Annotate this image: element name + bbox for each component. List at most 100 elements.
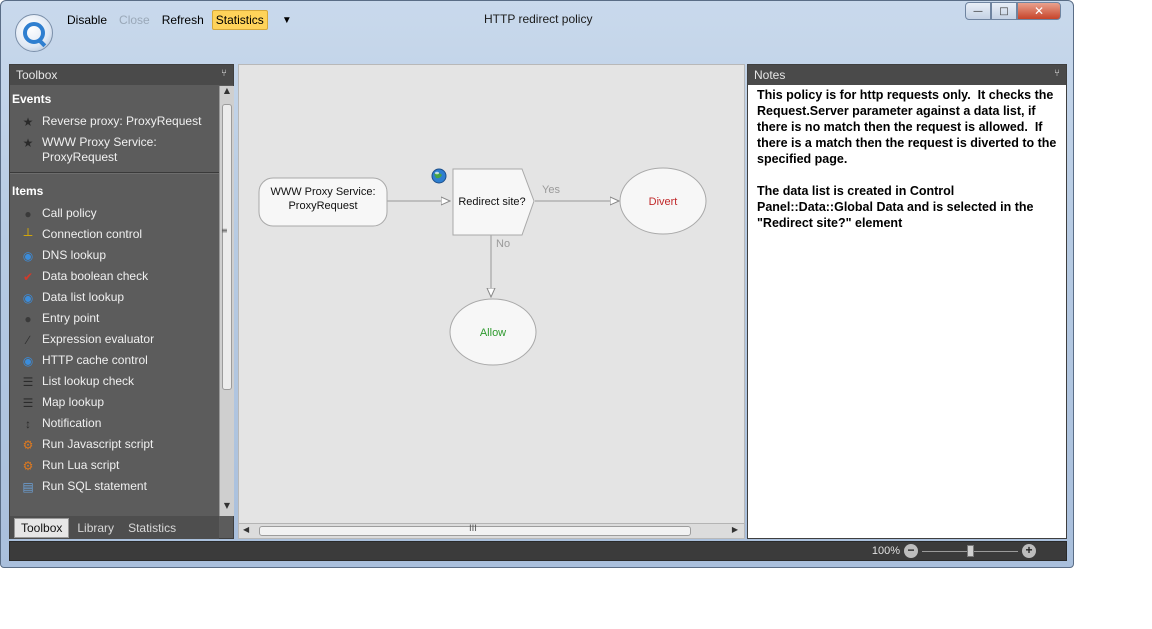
toolbox-item[interactable]: ● Entry point xyxy=(10,309,219,330)
toolbox-item-label: List lookup check xyxy=(42,374,135,388)
toolbox-item[interactable]: ● Call policy xyxy=(10,204,219,225)
toolbox-item-label: DNS lookup xyxy=(42,248,107,262)
toolbox-title: Toolbox xyxy=(16,68,58,82)
policy-canvas[interactable]: Yes No WWW Proxy Service: ProxyRequest R… xyxy=(238,64,745,539)
toolbox-item[interactable]: ∕ Expression evaluator xyxy=(10,330,219,351)
toolbox-item[interactable]: ✔ Data boolean check xyxy=(10,267,219,288)
events-heading: Events xyxy=(12,92,52,106)
toolbox-item[interactable]: ☰ List lookup check xyxy=(10,372,219,393)
pin-icon[interactable]: ⑂ xyxy=(1054,68,1060,82)
divert-node-label: Divert xyxy=(649,196,678,208)
toolbox-item[interactable]: ⚙ Run Javascript script xyxy=(10,435,219,456)
status-bar: 100% − + xyxy=(9,541,1067,561)
toolbox-item-label: Map lookup xyxy=(42,395,105,409)
divert-node[interactable]: Divert xyxy=(619,167,707,235)
checkmark-icon: ✔ xyxy=(22,269,34,284)
zoom-out-icon[interactable]: − xyxy=(904,544,918,558)
close-icon[interactable]: ✕ xyxy=(1017,2,1061,20)
toolbox-item-label: Notification xyxy=(42,416,102,430)
toolbox-scrollbar[interactable]: ▲ ≡ ▼ xyxy=(219,86,234,516)
list-icon: ☰ xyxy=(22,374,34,389)
notes-header: Notes ⑂ xyxy=(748,65,1066,85)
notes-panel: Notes ⑂ This policy is for http requests… xyxy=(747,64,1067,539)
zoom-control: 100% − + xyxy=(872,544,1036,558)
toolbox-header: Toolbox ⑂ xyxy=(10,65,233,85)
zoom-label: 100% xyxy=(871,545,900,557)
window-title: HTTP redirect policy xyxy=(484,12,593,26)
tab-library[interactable]: Library xyxy=(71,519,120,537)
globe-icon xyxy=(431,168,447,184)
edge-no-label: No xyxy=(496,238,510,250)
toolbox-item-label: Run Javascript script xyxy=(42,437,154,451)
toolbox-item[interactable]: ⚙ Run Lua script xyxy=(10,456,219,477)
title-bar: Disable Close Refresh Statistics ▼ HTTP … xyxy=(1,1,1073,61)
toolbox-item-label: Run Lua script xyxy=(42,458,120,472)
refresh-button[interactable]: Refresh xyxy=(158,10,208,30)
toolbox-item[interactable]: ◉ DNS lookup xyxy=(10,246,219,267)
toolbox-item-label: Call policy xyxy=(42,206,97,220)
gear-icon: ⚙ xyxy=(22,458,34,473)
items-heading: Items xyxy=(12,184,44,198)
scroll-left-icon[interactable]: ◀ xyxy=(243,525,249,534)
toolbox-item[interactable]: ★ Reverse proxy: ProxyRequest xyxy=(10,112,219,133)
circle-icon: ● xyxy=(24,311,32,326)
toolbox-item-label: Run SQL statement xyxy=(42,479,147,493)
toolbox-item-label: Reverse proxy: ProxyRequest xyxy=(42,114,202,128)
toolbox-tabs: Toolbox Library Statistics xyxy=(10,516,219,539)
toolbox-item-label: HTTP cache control xyxy=(42,353,148,367)
toolbox-item[interactable]: ◉ HTTP cache control xyxy=(10,351,219,372)
pin-icon: ↕ xyxy=(25,416,31,431)
flow-diagram: Yes No WWW Proxy Service: ProxyRequest R… xyxy=(258,167,707,366)
toolbox-item[interactable]: ┴ Connection control xyxy=(10,225,219,246)
section-divider xyxy=(10,172,219,174)
notes-text[interactable]: This policy is for http requests only. I… xyxy=(748,85,1066,231)
toolbox-item-label: Entry point xyxy=(42,311,100,325)
toolbar-dropdown-icon[interactable]: ▼ xyxy=(280,15,294,26)
scroll-up-icon[interactable]: ▲ xyxy=(220,86,234,101)
toolbox-item[interactable]: ☰ Map lookup xyxy=(10,393,219,414)
zoom-slider[interactable] xyxy=(922,544,1018,558)
disable-button[interactable]: Disable xyxy=(63,10,111,30)
zoom-in-icon[interactable]: + xyxy=(1022,544,1036,558)
minimize-icon[interactable]: — xyxy=(965,2,991,20)
star-icon: ★ xyxy=(22,135,34,150)
toolbox-list: Events ★ Reverse proxy: ProxyRequest ★ WWW … xyxy=(10,86,219,516)
toolbox-item-label: Connection control xyxy=(42,227,143,241)
allow-node[interactable]: Allow xyxy=(449,298,537,366)
gear-icon: ⚙ xyxy=(22,437,34,452)
app-logo-icon[interactable] xyxy=(15,14,53,52)
toolbar: Disable Close Refresh Statistics ▼ xyxy=(63,9,294,31)
scroll-right-icon[interactable]: ▶ xyxy=(732,525,738,534)
scrollbar-thumb[interactable] xyxy=(222,104,232,390)
tab-statistics[interactable]: Statistics xyxy=(122,519,182,537)
canvas-scrollbar[interactable]: ◀ III ▶ xyxy=(239,523,744,538)
pin-icon[interactable]: ⑂ xyxy=(221,68,227,82)
statistics-button[interactable]: Statistics xyxy=(211,10,268,30)
close-policy-button[interactable]: Close xyxy=(115,10,154,30)
toolbox-item[interactable]: ▤ Run SQL statement xyxy=(10,477,219,498)
toolbox-item[interactable]: ★ WWW Proxy Service: ProxyRequest xyxy=(10,133,219,168)
list-icon: ☰ xyxy=(22,395,34,410)
scroll-down-icon[interactable]: ▼ xyxy=(220,501,234,516)
globe-icon: ◉ xyxy=(22,290,34,305)
globe-icon: ◉ xyxy=(22,353,34,368)
decision-node[interactable]: Redirect site? xyxy=(452,168,535,236)
toolbox-panel: Toolbox ⑂ Events ★ Reverse proxy: ProxyRe… xyxy=(9,64,234,539)
star-icon: ★ xyxy=(22,114,34,129)
event-node-label: WWW Proxy Service: ProxyRequest xyxy=(270,186,376,212)
tab-toolbox[interactable]: Toolbox xyxy=(14,517,70,538)
zoom-slider-handle[interactable] xyxy=(967,545,974,557)
circle-icon: ● xyxy=(24,206,32,221)
allow-node-label: Allow xyxy=(480,327,506,339)
maximize-icon[interactable]: □ xyxy=(991,2,1017,20)
grip-icon: III xyxy=(469,524,477,534)
event-node[interactable]: WWW Proxy Service: ProxyRequest xyxy=(258,177,388,227)
toolbox-item[interactable]: ◉ Data list lookup xyxy=(10,288,219,309)
toolbox-item[interactable]: ↕ Notification xyxy=(10,414,219,435)
window-controls: — □ ✕ xyxy=(965,2,1061,20)
notes-title: Notes xyxy=(754,68,786,82)
globe-icon: ◉ xyxy=(22,248,34,263)
toolbox-item-label: WWW Proxy Service: ProxyRequest xyxy=(42,135,157,164)
toolbox-item-label: Data list lookup xyxy=(42,290,125,304)
toolbox-item-label: Data boolean check xyxy=(42,269,149,283)
